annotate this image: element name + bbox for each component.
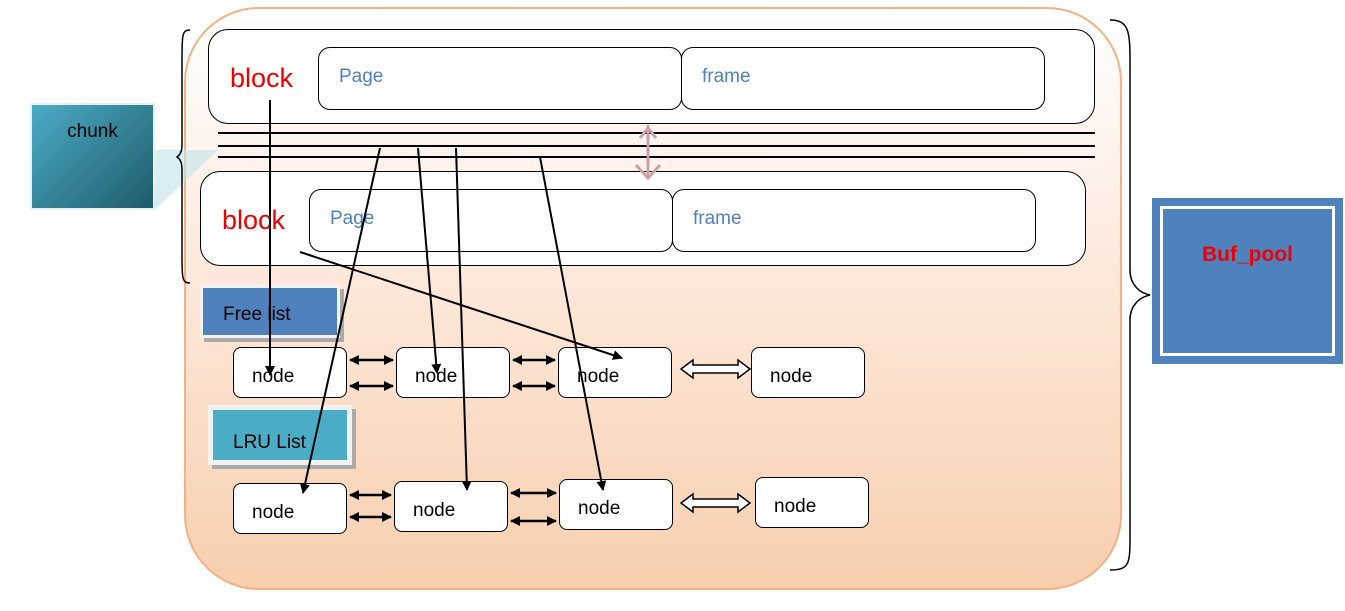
hollow-double-arrows xyxy=(679,358,752,514)
chunk-callout xyxy=(155,150,218,210)
double-arrows xyxy=(349,355,557,526)
connectors xyxy=(155,19,1151,571)
pointer-arrows xyxy=(265,100,623,494)
right-brace xyxy=(1109,19,1151,571)
